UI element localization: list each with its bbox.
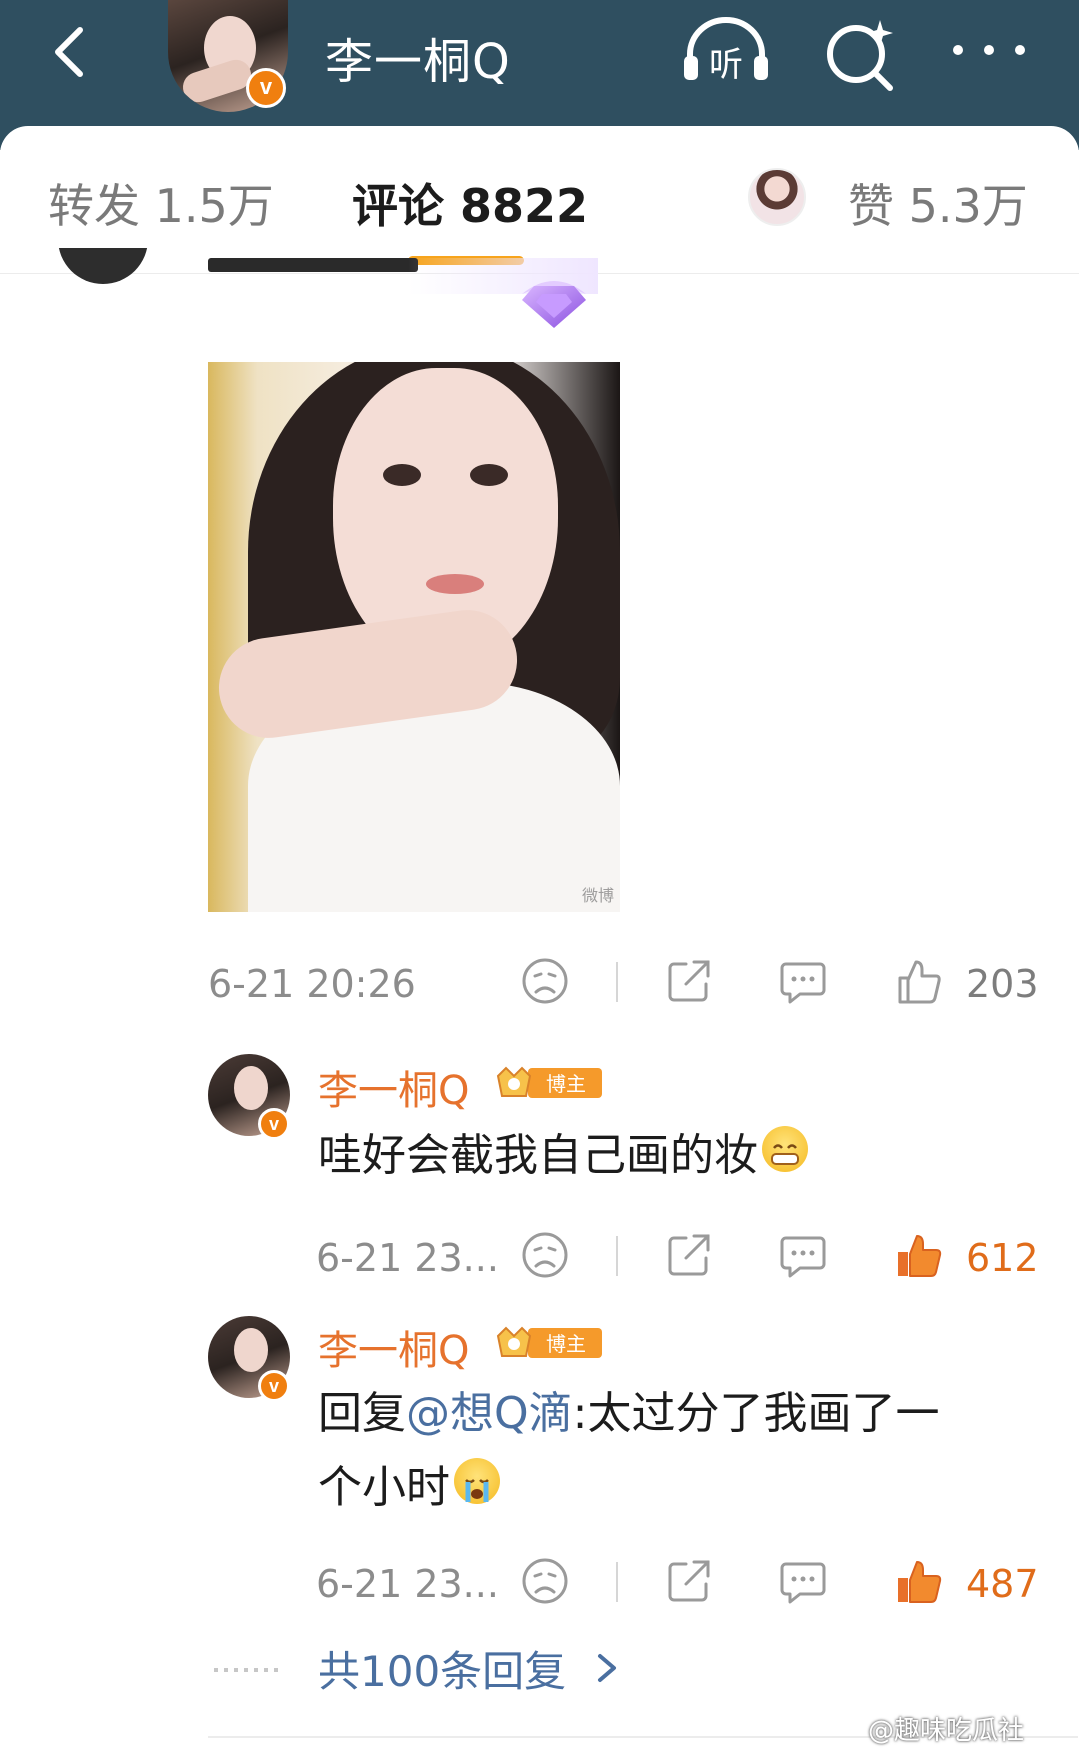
reply-prefix: 回复 — [318, 1388, 406, 1439]
liked-thumb-icon[interactable] — [894, 1230, 944, 1280]
verified-badge: v — [258, 1370, 290, 1402]
liker-avatar — [748, 168, 806, 226]
post-like-count: 203 — [966, 962, 1039, 1006]
comment-icon[interactable] — [778, 1556, 828, 1606]
tab-bar: 转发 1.5万 评论 8822 赞 5.3万 — [0, 126, 1079, 274]
post-action-row: 6-21 20:26 203 — [0, 952, 1079, 1012]
blogger-badge: 博主 — [496, 1066, 602, 1098]
header-title[interactable]: 李一桐Q — [325, 22, 511, 92]
verified-badge: v — [246, 68, 286, 108]
blogger-badge: 博主 — [496, 1326, 602, 1358]
reply-action-row: 6-21 23... 612 — [0, 1226, 1079, 1286]
svg-text:博主: 博主 — [546, 1332, 586, 1356]
reply-author[interactable]: 李一桐Q — [318, 1058, 469, 1116]
more-replies-label[interactable]: 共100条回复 — [318, 1638, 566, 1699]
reply-action-row: 6-21 23... 487 — [0, 1552, 1079, 1612]
comment-photo[interactable]: 微博 — [208, 362, 620, 912]
share-icon[interactable] — [664, 956, 714, 1006]
tab-comments[interactable]: 评论 8822 — [352, 170, 588, 236]
diamond-badge-icon — [522, 281, 586, 328]
commenter-avatar-clipped[interactable] — [58, 248, 148, 284]
grin-emoji-icon — [762, 1126, 808, 1172]
reply-text-continued: 个小时 — [318, 1452, 500, 1524]
comment-icon[interactable] — [778, 956, 828, 1006]
action-divider — [616, 962, 618, 1002]
reply-text-line2: 个小时 — [318, 1462, 450, 1513]
reply-author[interactable]: 李一桐Q — [318, 1318, 469, 1376]
dislike-face-icon[interactable] — [520, 1556, 570, 1606]
post-time: 6-21 20:26 — [208, 962, 416, 1006]
more-options-icon[interactable] — [948, 30, 1030, 70]
reply-time: 6-21 23... — [316, 1236, 499, 1280]
reply-text-line1: :太过分了我画了一 — [572, 1388, 940, 1439]
reply-like-count: 612 — [966, 1236, 1039, 1280]
svg-text:听: 听 — [709, 45, 743, 85]
share-icon[interactable] — [664, 1230, 714, 1280]
verified-badge: v — [258, 1108, 290, 1140]
svg-text:博主: 博主 — [546, 1072, 586, 1096]
reply-text: 回复@想Q滴:太过分了我画了一 — [318, 1378, 939, 1450]
corner-watermark: @趣味吃瓜社 — [868, 1716, 1025, 1746]
listen-headphones-icon[interactable]: 听 — [680, 16, 772, 86]
action-divider — [616, 1562, 618, 1602]
share-icon[interactable] — [664, 1556, 714, 1606]
action-divider — [616, 1236, 618, 1276]
reply-time: 6-21 23... — [316, 1562, 499, 1606]
reply-like-count: 487 — [966, 1562, 1039, 1606]
mention-link[interactable]: @想Q滴 — [406, 1388, 573, 1439]
more-replies-link[interactable]: 共100条回复 — [214, 1638, 1014, 1698]
dislike-face-icon[interactable] — [520, 1230, 570, 1280]
reply-text: 哇好会截我自己画的妆 — [318, 1120, 808, 1192]
liked-thumb-icon[interactable] — [894, 1556, 944, 1606]
chevron-right-icon — [598, 1654, 616, 1682]
tab-reposts[interactable]: 转发 1.5万 — [48, 170, 274, 236]
crying-emoji-icon — [454, 1458, 500, 1504]
back-arrow-icon[interactable] — [42, 22, 102, 82]
search-icon[interactable] — [820, 16, 900, 96]
reply-text-body: 哇好会截我自己画的妆 — [318, 1130, 758, 1181]
dislike-face-icon[interactable] — [520, 956, 570, 1006]
dotted-leader — [214, 1668, 282, 1672]
like-thumb-icon[interactable] — [894, 956, 944, 1006]
tab-likes[interactable]: 赞 5.3万 — [848, 170, 1028, 236]
photo-watermark: 微博 — [581, 886, 614, 905]
comment-icon[interactable] — [778, 1230, 828, 1280]
